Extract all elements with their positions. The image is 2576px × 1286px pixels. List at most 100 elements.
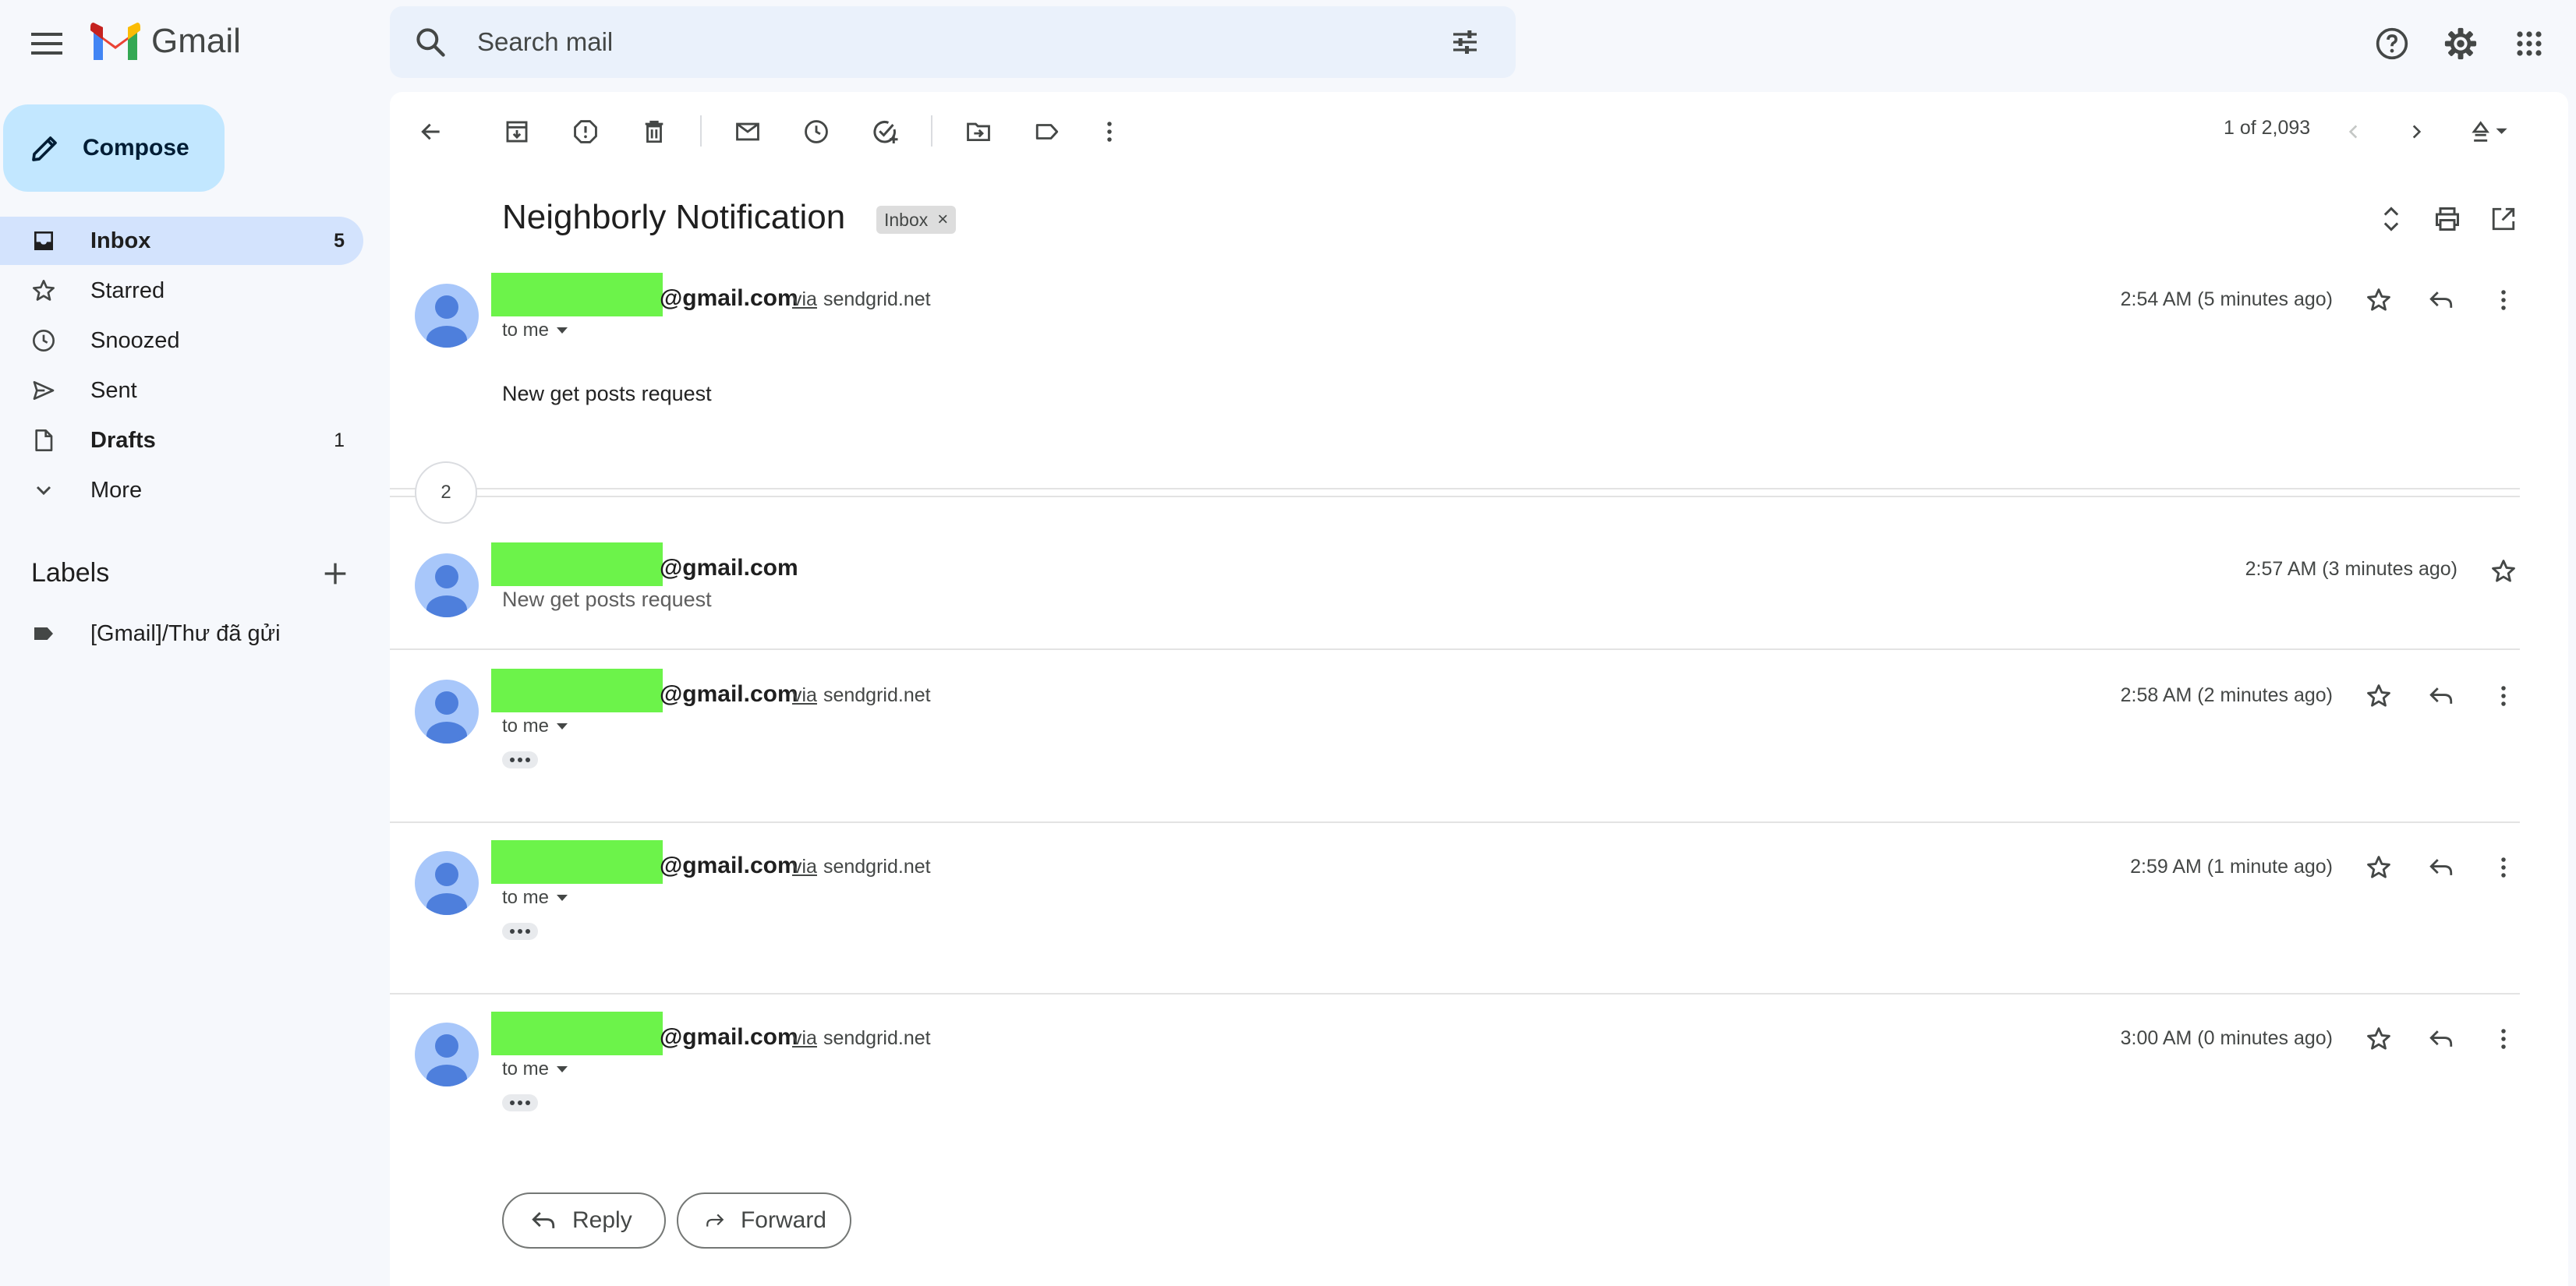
via-label[interactable]: via [792,1027,817,1049]
reply-icon[interactable] [2420,1018,2462,1060]
inbox-label-chip[interactable]: Inbox × [876,206,957,234]
reply-button[interactable]: Reply [502,1192,666,1249]
add-label-icon[interactable] [320,558,351,589]
remove-label-icon[interactable]: × [937,209,948,231]
redacted-sender-name [491,840,663,884]
recipient-details[interactable]: to me [502,1058,568,1080]
unread-count: 5 [334,229,345,252]
archive-icon[interactable] [496,111,538,153]
via-label[interactable]: via [792,856,817,878]
mark-unread-icon[interactable] [727,111,769,153]
sidebar-item-more[interactable]: More [0,466,363,514]
reply-label: Reply [572,1207,632,1233]
show-trimmed-content-button[interactable] [502,923,538,940]
message-timestamp: 3:00 AM (0 minutes ago) [2120,1027,2333,1049]
sidebar-item-label: Drafts [90,427,156,453]
divider [390,993,2520,995]
delete-icon[interactable] [633,111,675,153]
via-label[interactable]: via [792,288,817,310]
back-arrow-icon[interactable] [410,111,452,153]
report-spam-icon[interactable] [564,111,607,153]
more-vertical-icon[interactable] [1088,111,1131,153]
sidebar-item-label: Inbox [90,228,151,253]
settings-gear-icon[interactable] [2436,19,2486,69]
collapsed-messages-count[interactable]: 2 [415,461,477,524]
chevron-left-icon[interactable] [2333,111,2375,153]
star-icon[interactable] [2358,279,2400,321]
reply-icon[interactable] [2420,846,2462,889]
recipient-label: to me [502,715,550,737]
inbox-icon [31,228,56,253]
sidebar-item-snoozed[interactable]: Snoozed [0,316,363,365]
message-timestamp: 2:54 AM (5 minutes ago) [2120,288,2333,310]
gmail-logo[interactable]: Gmail [90,22,241,61]
sidebar-item-sent[interactable]: Sent [0,366,363,415]
star-icon[interactable] [2482,550,2525,592]
sidebar-item-drafts[interactable]: Drafts 1 [0,416,363,465]
avatar [415,1023,479,1086]
chevron-right-icon[interactable] [2395,111,2437,153]
sender-email[interactable]: @gmail.com [660,555,798,581]
inbox-chip-label: Inbox [884,209,929,230]
more-vertical-icon[interactable] [2482,675,2525,717]
compose-button[interactable]: Compose [3,104,225,192]
search-options-icon[interactable] [1449,26,1481,58]
recipient-details[interactable]: to me [502,715,568,737]
via-label[interactable]: via [792,684,817,706]
sidebar-label-text: [Gmail]/Thư đã gửi [90,620,281,646]
redacted-sender-name [491,273,663,316]
more-vertical-icon[interactable] [2482,846,2525,889]
help-icon[interactable] [2367,19,2417,69]
search-icon[interactable] [413,25,448,59]
toolbar-divider [931,115,932,147]
chevron-down-icon [31,478,56,503]
sender-email[interactable]: @gmail.com [660,681,798,708]
via-domain: sendgrid.net [823,288,931,310]
reply-icon[interactable] [2420,675,2462,717]
move-to-icon[interactable] [957,111,1000,153]
caret-down-icon [557,895,568,901]
sender-email[interactable]: @gmail.com [660,285,798,312]
redacted-sender-name [491,542,663,586]
star-icon[interactable] [2358,846,2400,889]
recipient-details[interactable]: to me [502,320,568,341]
message-snippet[interactable]: New get posts request [502,588,712,612]
recipient-details[interactable]: to me [502,887,568,909]
more-vertical-icon[interactable] [2482,279,2525,321]
gmail-logo-text: Gmail [151,22,241,60]
search-input[interactable] [477,23,1335,61]
more-vertical-icon[interactable] [2482,1018,2525,1060]
print-icon[interactable] [2426,198,2468,240]
recipient-label: to me [502,1058,550,1079]
message-body: New get posts request [502,382,712,405]
open-new-window-icon[interactable] [2482,198,2525,240]
main-menu-icon[interactable] [22,19,72,69]
via-sender: via sendgrid.net [792,684,931,707]
sidebar-label-item[interactable]: [Gmail]/Thư đã gửi [0,609,363,658]
sidebar-item-starred[interactable]: Starred [0,267,363,315]
sidebar-item-inbox[interactable]: Inbox 5 [0,217,363,265]
snooze-icon[interactable] [795,111,837,153]
add-task-icon[interactable] [864,111,906,153]
sidebar-item-label: Starred [90,277,165,303]
forward-button[interactable]: Forward [677,1192,851,1249]
sidebar-item-label: Sent [90,377,137,403]
thread-subject: Neighborly Notification [502,198,846,236]
redacted-sender-name [491,1012,663,1055]
star-icon[interactable] [2358,1018,2400,1060]
show-trimmed-content-button[interactable] [502,1094,538,1111]
recipient-label: to me [502,887,550,908]
expand-all-icon[interactable] [2370,198,2412,240]
star-icon[interactable] [2358,675,2400,717]
reply-icon[interactable] [2420,279,2462,321]
show-trimmed-content-button[interactable] [502,751,538,768]
search-bar[interactable] [390,6,1516,78]
via-sender: via sendgrid.net [792,1027,931,1050]
sender-email[interactable]: @gmail.com [660,853,798,879]
input-tools-icon[interactable] [2454,111,2525,153]
apps-grid-icon[interactable] [2504,19,2554,69]
redacted-sender-name [491,669,663,712]
sender-email[interactable]: @gmail.com [660,1024,798,1051]
label-as-icon[interactable] [1026,111,1068,153]
avatar [415,284,479,348]
